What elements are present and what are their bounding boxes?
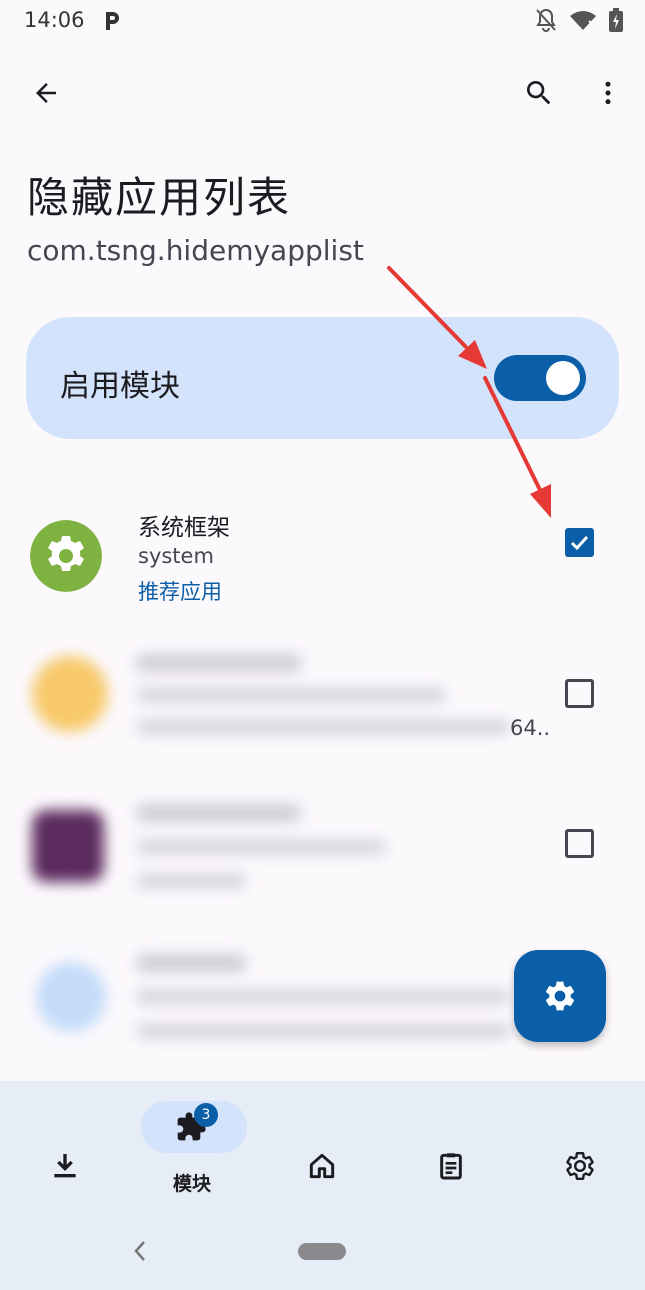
switch-knob [546, 361, 580, 395]
search-button[interactable] [515, 69, 563, 117]
battery-charging-icon [609, 8, 623, 32]
parking-icon [106, 12, 119, 30]
app-package: system [138, 544, 214, 568]
settings-gear-icon [545, 981, 575, 1011]
app-checkbox[interactable] [565, 829, 594, 858]
nav-item-modules[interactable]: 3 模块 [141, 1101, 247, 1211]
enable-module-card[interactable]: 启用模块 [26, 317, 619, 439]
status-icons [535, 8, 623, 32]
nav-item-home[interactable] [268, 1101, 378, 1211]
app-name: 系统框架 [138, 515, 230, 541]
more-options-button[interactable] [584, 69, 632, 117]
status-time: 14:06 [24, 8, 85, 32]
app-package-truncated: 64.. [510, 716, 551, 740]
blurred-app-info [26, 640, 510, 780]
settings-gear-icon [30, 520, 102, 592]
app-checkbox[interactable] [565, 679, 594, 708]
page-title: 隐藏应用列表 [27, 173, 292, 222]
notifications-off-icon [536, 8, 556, 32]
system-back-icon[interactable] [132, 1238, 148, 1264]
nav-item-logs[interactable] [397, 1101, 507, 1211]
app-checkbox-system[interactable] [565, 528, 594, 557]
modules-badge: 3 [194, 1103, 218, 1127]
clipboard-list-icon [440, 1153, 462, 1180]
download-icon [54, 1154, 76, 1178]
back-button[interactable] [22, 69, 70, 117]
settings-fab[interactable] [514, 950, 606, 1042]
wifi-icon [570, 11, 596, 30]
checkmark-icon [570, 535, 589, 551]
nav-item-download[interactable] [10, 1101, 120, 1211]
recommended-tag: 推荐应用 [138, 580, 222, 604]
settings-gear-icon [566, 1152, 594, 1180]
app-list-item[interactable]: 64.. [0, 640, 645, 790]
package-name: com.tsng.hidemyapplist [27, 234, 364, 267]
enable-module-label: 启用模块 [60, 369, 180, 404]
top-app-bar [0, 60, 645, 126]
nav-label-modules: 模块 [173, 1173, 212, 1195]
status-bar: 14:06 [0, 0, 645, 44]
system-home-pill[interactable] [298, 1243, 346, 1260]
enable-module-switch[interactable] [494, 355, 586, 401]
search-icon [527, 81, 551, 105]
home-icon [309, 1153, 335, 1179]
blurred-app-info [26, 790, 510, 930]
more-vert-icon [605, 81, 611, 105]
nav-item-settings[interactable] [526, 1101, 636, 1211]
blurred-app-info [26, 940, 510, 1080]
arrow-back-icon [36, 83, 56, 103]
app-list-item[interactable] [0, 790, 645, 940]
app-list-item-system[interactable]: 系统框架 system 推荐应用 [0, 490, 645, 640]
